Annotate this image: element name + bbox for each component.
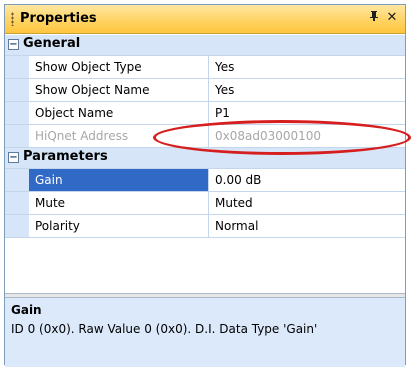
property-value[interactable]: P1 [210,102,405,124]
property-value[interactable]: Muted [210,192,405,214]
property-grid: − General Show Object Type Yes Show Obje… [5,35,405,238]
description-title: Gain [11,303,42,317]
pin-icon[interactable] [366,10,382,26]
collapse-toggle-icon[interactable]: − [8,39,19,50]
properties-panel: Properties ✕ − General Show Object Type … [4,4,406,367]
category-parameters[interactable]: − Parameters [5,148,405,169]
category-label: Parameters [23,149,108,164]
property-name[interactable]: HiQnet Address [29,125,209,147]
property-row-polarity[interactable]: Polarity Normal [5,215,405,238]
drag-grip-icon[interactable] [11,12,14,26]
row-margin [5,102,29,124]
row-margin [5,79,29,101]
property-name[interactable]: Gain [29,169,209,191]
close-icon[interactable]: ✕ [384,10,400,26]
row-margin [5,125,29,147]
property-row-show-object-type[interactable]: Show Object Type Yes [5,56,405,79]
panel-titlebar[interactable]: Properties ✕ [5,5,405,34]
description-pane: Gain ID 0 (0x0). Raw Value 0 (0x0). D.I.… [5,297,405,367]
property-value[interactable]: Normal [210,215,405,237]
description-text: ID 0 (0x0). Raw Value 0 (0x0). D.I. Data… [11,322,318,336]
property-row-mute[interactable]: Mute Muted [5,192,405,215]
category-label: General [23,36,81,51]
property-name[interactable]: Show Object Name [29,79,209,101]
row-margin [5,192,29,214]
collapse-toggle-icon[interactable]: − [8,152,19,163]
property-name[interactable]: Object Name [29,102,209,124]
property-value[interactable]: 0.00 dB [210,169,405,191]
property-row-gain[interactable]: Gain 0.00 dB [5,169,405,192]
panel-title: Properties [20,11,97,26]
category-general[interactable]: − General [5,35,405,56]
row-margin [5,215,29,237]
property-value[interactable]: Yes [210,56,405,78]
property-row-object-name[interactable]: Object Name P1 [5,102,405,125]
grid-empty-area [5,255,405,293]
property-row-hiqnet-address[interactable]: HiQnet Address 0x08ad03000100 [5,125,405,148]
property-value[interactable]: Yes [210,79,405,101]
row-margin [5,56,29,78]
property-name[interactable]: Show Object Type [29,56,209,78]
property-value[interactable]: 0x08ad03000100 [210,125,405,147]
row-margin [5,169,29,191]
property-name[interactable]: Polarity [29,215,209,237]
property-row-show-object-name[interactable]: Show Object Name Yes [5,79,405,102]
property-name[interactable]: Mute [29,192,209,214]
